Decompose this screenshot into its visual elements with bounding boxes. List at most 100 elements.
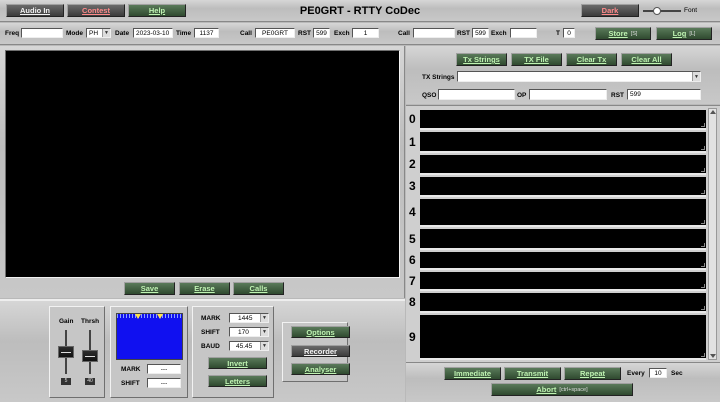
qso-label: QSO	[422, 92, 437, 99]
call-label: Call	[240, 30, 252, 37]
immediate-button[interactable]: Immediate	[444, 367, 501, 380]
recorder-button[interactable]: Recorder	[291, 345, 350, 357]
tx-string-row[interactable]	[420, 252, 706, 270]
chevron-down-icon: ▼	[260, 314, 268, 322]
analyser-button[interactable]: Analyser	[291, 363, 350, 375]
date-label: Date	[115, 30, 130, 37]
call-input[interactable]: PE0GRT	[255, 28, 295, 38]
spectrum-noise	[117, 314, 182, 318]
repeat-button[interactable]: Repeat	[564, 367, 621, 380]
letters-button[interactable]: Letters	[208, 375, 267, 387]
scroll-up-icon[interactable]	[710, 110, 716, 114]
date-input[interactable]: 2023-03-10	[133, 28, 173, 38]
help-button[interactable]: Help	[128, 4, 186, 17]
exch-input[interactable]: 1	[352, 28, 379, 38]
clear-tx-button[interactable]: Clear Tx	[566, 53, 617, 66]
dark-button[interactable]: Dark	[581, 4, 639, 17]
rx-text-area[interactable]	[5, 50, 400, 278]
spectrum-display[interactable]	[116, 313, 183, 360]
gain-handle-line	[61, 352, 71, 353]
mark-select[interactable]: 1445 ▼	[229, 313, 269, 323]
chevron-down-icon: ▼	[260, 328, 268, 336]
baud-select-value: 45.45	[236, 342, 253, 350]
tx-strings-button[interactable]: Tx Strings	[456, 53, 507, 66]
tx-string-row[interactable]	[420, 272, 706, 291]
audio-in-button[interactable]: Audio In	[6, 4, 64, 17]
tx-string-row[interactable]	[420, 155, 706, 175]
abort-button[interactable]: Abort [ctrl+space]	[491, 383, 633, 396]
gain-slider-handle[interactable]	[58, 346, 74, 358]
call2-input[interactable]	[413, 28, 455, 38]
resize-grip-icon[interactable]	[701, 306, 705, 310]
font-slider-knob[interactable]	[653, 7, 661, 15]
log-label: Log	[672, 29, 687, 38]
exch2-input[interactable]	[510, 28, 537, 38]
mark-select-label: MARK	[201, 315, 221, 322]
store-shortcut: [S]	[630, 30, 638, 37]
tx-string-row[interactable]	[420, 199, 706, 227]
thrsh-slider-handle[interactable]	[82, 350, 98, 362]
app-title: PE0GRT - RTTY CoDec	[299, 5, 421, 17]
tx-file-button[interactable]: TX File	[511, 53, 562, 66]
resize-grip-icon[interactable]	[701, 190, 705, 194]
tx-scrollbar[interactable]	[708, 108, 717, 360]
tx-strings-label: TX Strings	[422, 74, 455, 81]
every-input[interactable]: 10	[649, 368, 667, 378]
options-button[interactable]: Options	[291, 326, 350, 338]
scroll-down-icon[interactable]	[710, 354, 716, 358]
mode-value: PH	[89, 29, 99, 37]
qso-input[interactable]	[438, 89, 515, 100]
time-input[interactable]: 1137	[194, 28, 219, 38]
thrsh-label: Thrsh	[81, 318, 100, 325]
t-label: T	[556, 30, 560, 37]
resize-grip-icon[interactable]	[701, 123, 705, 127]
gain-label: Gain	[59, 318, 74, 325]
erase-button[interactable]: Erase	[179, 282, 230, 295]
store-label: Store	[608, 29, 628, 38]
op-label: OP	[517, 92, 527, 99]
t-input[interactable]: 0	[563, 28, 575, 38]
thrsh-value: 40	[85, 378, 95, 385]
tx-rst-input[interactable]: 599	[627, 89, 701, 100]
rst2-input[interactable]: 599	[472, 28, 489, 38]
rst-label: RST	[298, 30, 311, 37]
mode-select[interactable]: PH ▼	[86, 28, 111, 38]
store-button[interactable]: Store [S]	[595, 27, 651, 40]
op-input[interactable]	[529, 89, 607, 100]
font-slider[interactable]	[643, 7, 681, 15]
mode-label: Mode	[66, 30, 83, 37]
mark-marker-icon	[135, 314, 141, 319]
calls-button[interactable]: Calls	[233, 282, 284, 295]
tx-string-row[interactable]	[420, 293, 706, 313]
freq-input[interactable]	[21, 28, 63, 38]
tx-strings-select[interactable]: ▼	[457, 71, 701, 82]
transmit-button[interactable]: Transmit	[504, 367, 561, 380]
tx-string-row[interactable]	[420, 132, 706, 153]
tx-string-row[interactable]	[420, 177, 706, 197]
resize-grip-icon[interactable]	[701, 220, 705, 224]
resize-grip-icon[interactable]	[701, 284, 705, 288]
log-button[interactable]: Log [L]	[656, 27, 712, 40]
invert-button[interactable]: Invert	[208, 357, 267, 369]
chevron-down-icon: ▼	[260, 342, 268, 350]
clear-all-button[interactable]: Clear All	[621, 53, 672, 66]
gain-value: 5	[61, 378, 71, 385]
contest-button[interactable]: Contest	[67, 4, 125, 17]
tx-string-row[interactable]	[420, 229, 706, 250]
tx-string-row[interactable]	[420, 110, 706, 130]
shift-select[interactable]: 170 ▼	[229, 327, 269, 337]
resize-grip-icon[interactable]	[701, 353, 705, 357]
space-marker-icon	[157, 314, 163, 319]
resize-grip-icon[interactable]	[701, 146, 705, 150]
resize-grip-icon[interactable]	[701, 243, 705, 247]
resize-grip-icon[interactable]	[701, 263, 705, 267]
chevron-down-icon: ▼	[692, 72, 700, 81]
resize-grip-icon[interactable]	[701, 168, 705, 172]
shift-readout-label: SHIFT	[121, 380, 140, 387]
tx-string-row[interactable]	[420, 315, 706, 360]
save-button[interactable]: Save	[124, 282, 175, 295]
font-label: Font	[684, 7, 698, 14]
baud-select[interactable]: 45.45 ▼	[229, 341, 269, 351]
rst-input[interactable]: 599	[313, 28, 330, 38]
freq-label: Freq	[5, 30, 20, 37]
